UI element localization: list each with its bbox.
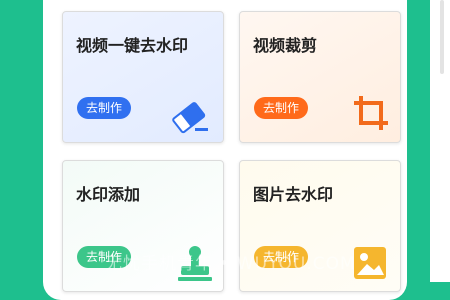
go-make-button[interactable]: 去制作 [254, 97, 308, 119]
crop-icon [354, 96, 388, 130]
card-title: 视频一键去水印 [76, 36, 189, 55]
side-panel [430, 0, 450, 282]
card-title: 图片去水印 [253, 185, 334, 204]
card-title: 水印添加 [76, 185, 141, 204]
card-video-remove-watermark[interactable]: 视频一键去水印 去制作 [62, 11, 224, 143]
card-video-crop[interactable]: 视频裁剪 去制作 [239, 11, 401, 143]
watermark-text: 无忧手机青年 • WUYOU.COM [105, 254, 356, 274]
image-icon [354, 247, 386, 279]
go-make-button[interactable]: 去制作 [77, 97, 131, 119]
card-title: 视频裁剪 [253, 36, 318, 55]
eraser-icon [172, 102, 208, 134]
scrollbar[interactable] [440, 0, 444, 74]
